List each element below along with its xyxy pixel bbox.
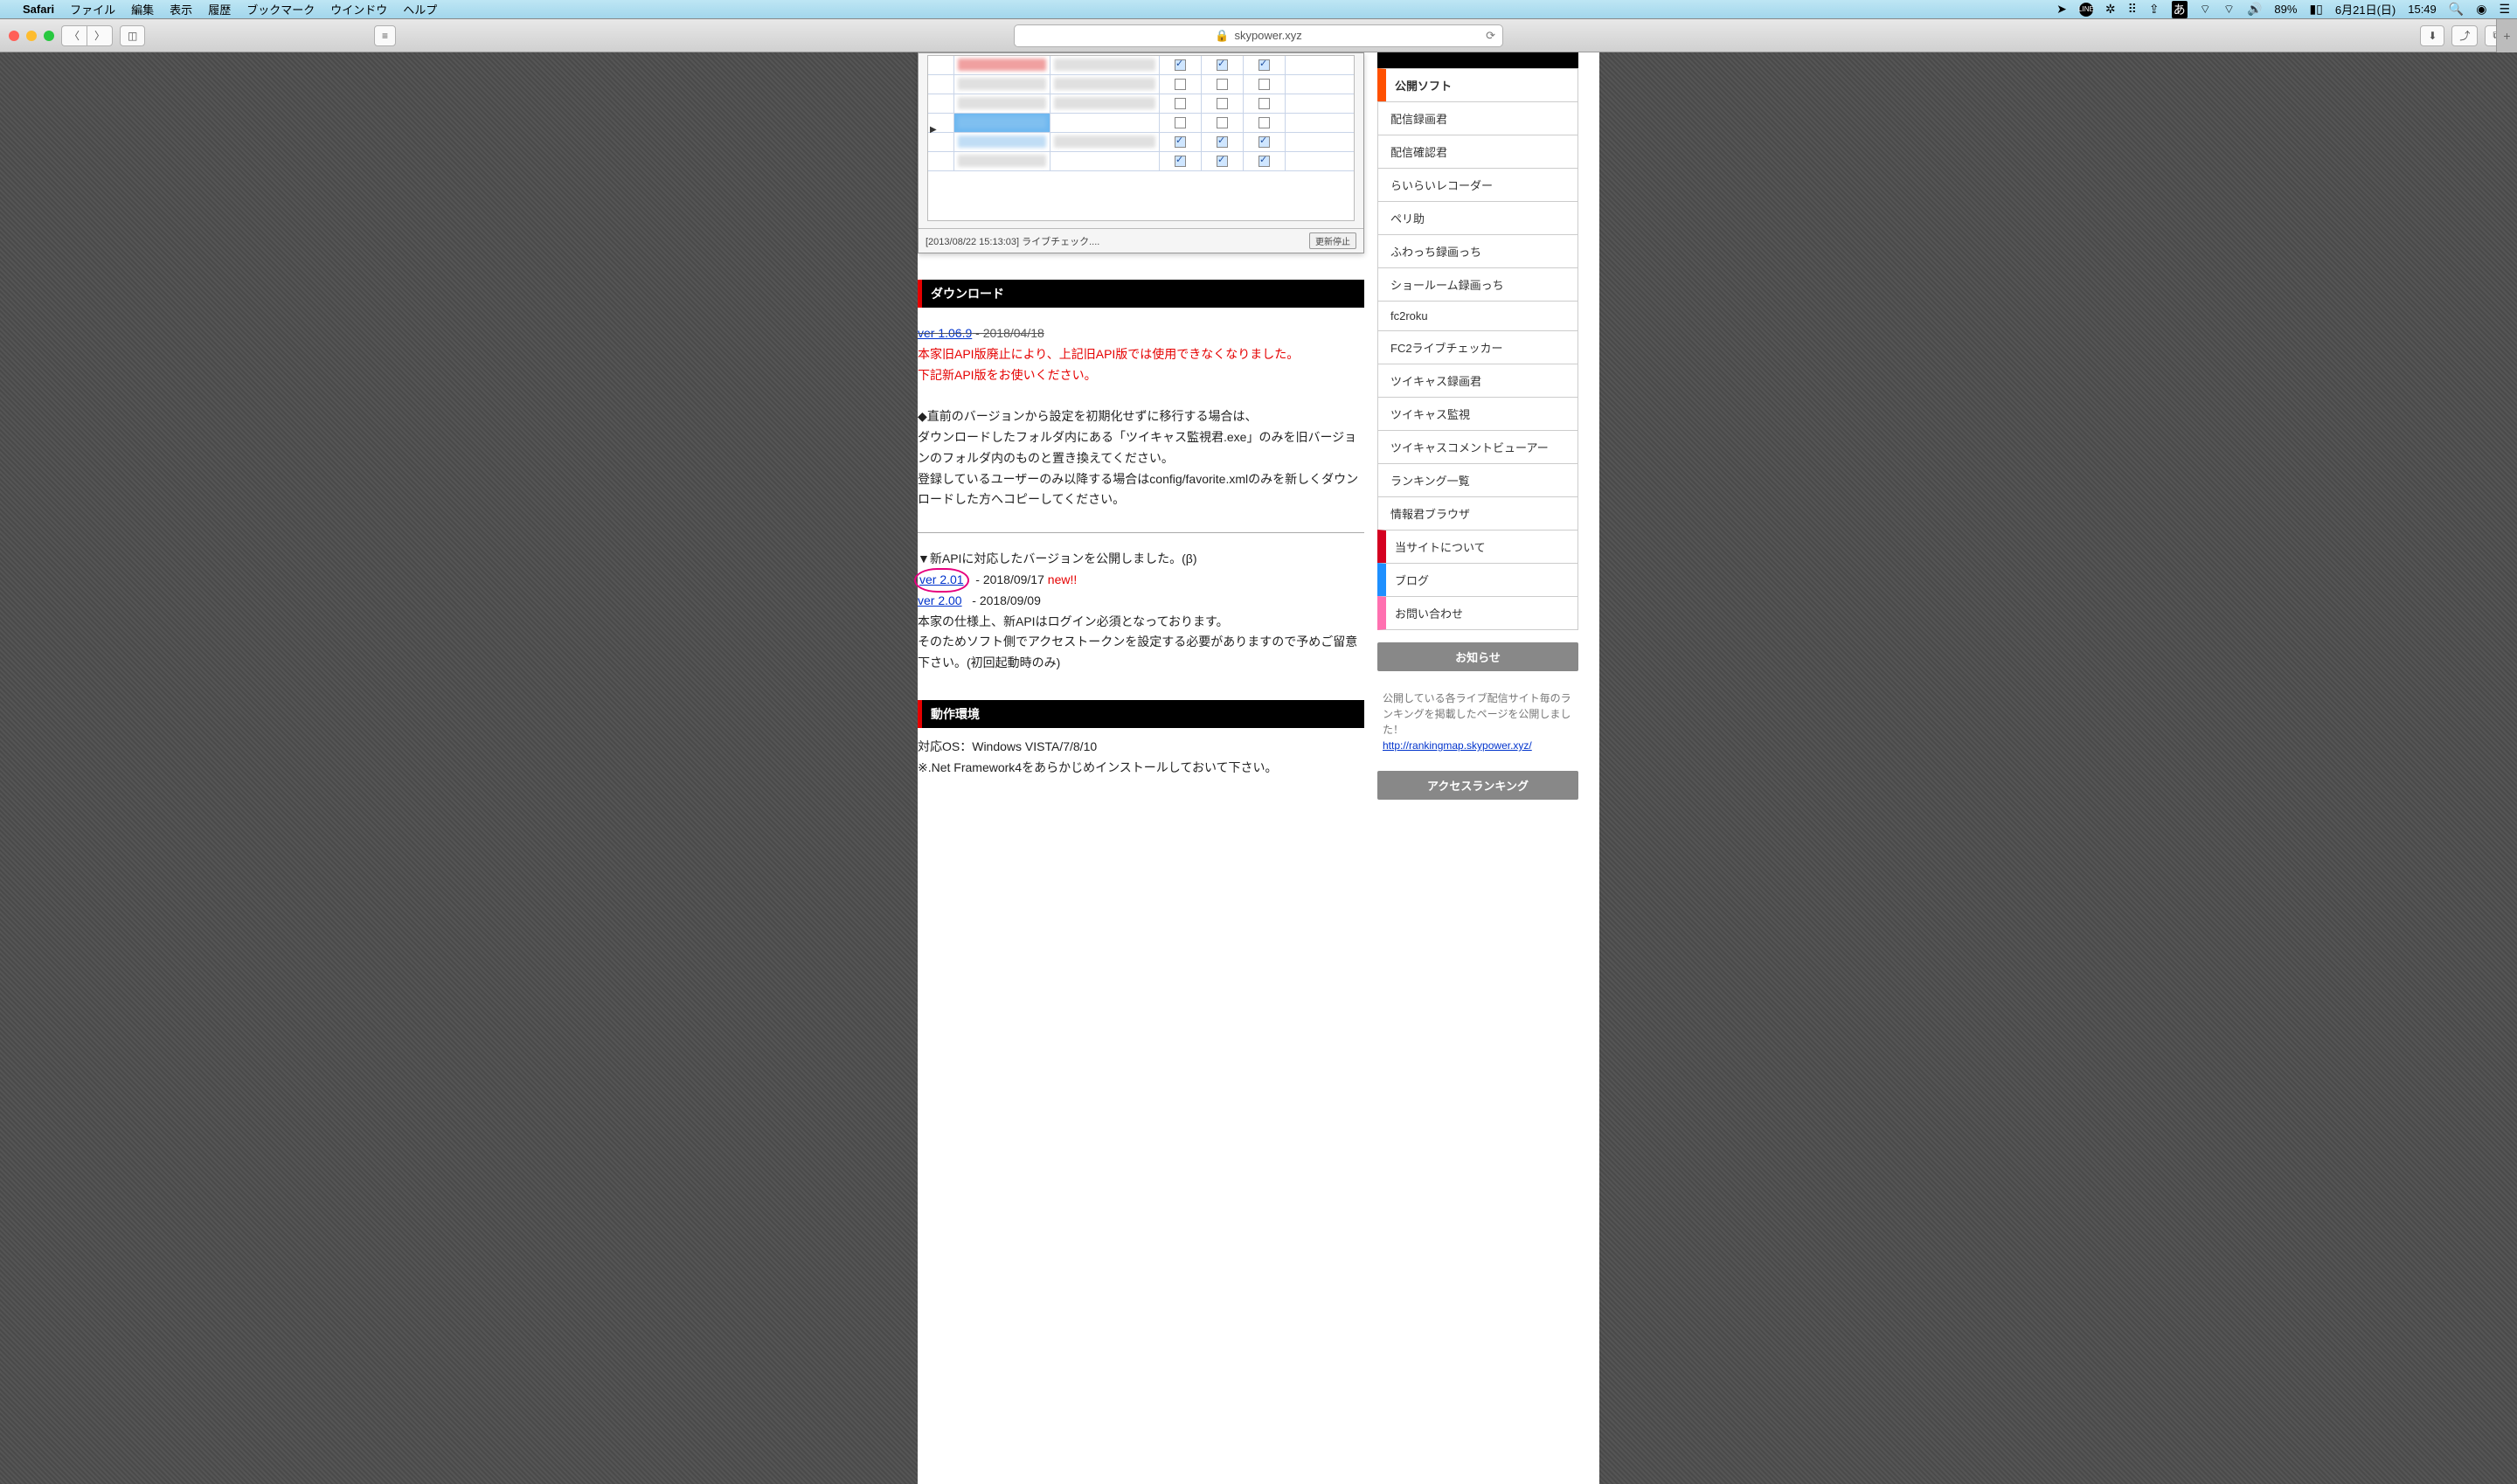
status-icon[interactable]: ➤ <box>2056 2 2067 17</box>
window-controls <box>9 31 54 41</box>
migrate-text-3: 登録しているユーザーのみ以降する場合はconfig/favorite.xmlのみ… <box>918 472 1358 507</box>
sidebar-item-4[interactable]: ペリ助 <box>1377 201 1578 234</box>
menu-help[interactable]: ヘルプ <box>403 1 437 17</box>
ime-icon[interactable]: あ <box>2172 1 2188 18</box>
page-viewport: ▶ [2013/08/22 15:13:03] ライブチェック.... 更新停止… <box>0 52 2517 1484</box>
old-version-date: - 2018/04/18 <box>972 326 1044 340</box>
status-bar: [2013/08/22 15:13:03] ライブチェック.... 更新停止 <box>919 228 1363 253</box>
menu-file[interactable]: ファイル <box>70 1 115 17</box>
menu-view[interactable]: 表示 <box>170 1 192 17</box>
share-button[interactable]: ⤴ <box>2451 25 2478 46</box>
sidebar-item-9[interactable]: ツイキャス録画君 <box>1377 364 1578 397</box>
bluetooth-icon[interactable]: ⌔ <box>2200 2 2211 17</box>
grid-table: ▶ <box>927 55 1355 221</box>
address-bar[interactable]: 🔒 skypower.xyz ⟳ <box>1014 24 1503 47</box>
sidebar-item-15[interactable]: ブログ <box>1377 563 1578 596</box>
macos-menubar: Safari ファイル 編集 表示 履歴 ブックマーク ウインドウ ヘルプ ➤ … <box>0 0 2517 19</box>
download-heading: ダウンロード <box>918 280 1364 308</box>
menu-history[interactable]: 履歴 <box>208 1 231 17</box>
dots-icon[interactable]: ⠿ <box>2128 2 2137 17</box>
battery-percent: 89% <box>2274 3 2297 16</box>
main-column: ▶ [2013/08/22 15:13:03] ライブチェック.... 更新停止… <box>918 52 1377 1484</box>
menu-edit[interactable]: 編集 <box>131 1 154 17</box>
minimize-button[interactable] <box>26 31 37 41</box>
note-text-2: そのためソフト側でアクセストークンを設定する必要がありますので予めご留意下さい。… <box>918 635 1357 669</box>
note-text-1: 本家の仕様上、新APIはログイン必須となっております。 <box>918 614 1229 628</box>
sidebar-item-5[interactable]: ふわっち録画っち <box>1377 234 1578 267</box>
page-container: ▶ [2013/08/22 15:13:03] ライブチェック.... 更新停止… <box>918 52 1599 1484</box>
back-button[interactable]: 〈 <box>61 25 87 46</box>
battery-icon[interactable]: ▮▯ <box>2309 2 2322 17</box>
notification-icon[interactable]: ☰ <box>2499 2 2510 17</box>
ver200-date: - 2018/09/09 <box>962 593 1041 607</box>
sidebar-item-10[interactable]: ツイキャス監視 <box>1377 397 1578 430</box>
volume-icon[interactable]: 🔊 <box>2247 2 2262 17</box>
os-text: 対応OS：Windows VISTA/7/8/10 <box>918 739 1097 753</box>
download-content: ver 1.06.9 - 2018/04/18 本家旧API版廃止により、上記旧… <box>918 308 1364 674</box>
sidebar-item-1[interactable]: 配信録画君 <box>1377 101 1578 135</box>
sidebar-item-3[interactable]: らいらいレコーダー <box>1377 168 1578 201</box>
news-link[interactable]: http://rankingmap.skypower.xyz/ <box>1383 739 1532 752</box>
url-text: skypower.xyz <box>1234 29 1301 42</box>
deprecated-text-2: 下記新API版をお使いください。 <box>918 368 1097 382</box>
news-text: 公開している各ライブ配信サイト毎のランキングを掲載したページを公開しました！ h… <box>1377 671 1578 759</box>
dropbox-icon[interactable]: ⇪ <box>2149 2 2160 17</box>
date-text[interactable]: 6月21日(日) <box>2335 1 2396 17</box>
spotlight-icon[interactable]: 🔍 <box>2449 2 2464 17</box>
env-content: 対応OS：Windows VISTA/7/8/10 ※.Net Framewor… <box>918 728 1364 779</box>
migrate-text-2: ダウンロードしたフォルダ内にある「ツイキャス監視君.exe」のみを旧バージョンの… <box>918 430 1356 465</box>
menu-bookmark[interactable]: ブックマーク <box>246 1 315 17</box>
downloads-button[interactable]: ⬇ <box>2420 25 2444 46</box>
siri-icon[interactable]: ◉ <box>2476 2 2486 17</box>
line-icon[interactable]: LINE <box>2079 3 2093 17</box>
sidebar-item-7[interactable]: fc2roku <box>1377 301 1578 330</box>
app-name[interactable]: Safari <box>23 3 54 16</box>
sidebar-button[interactable]: ◫ <box>120 25 145 46</box>
migrate-text-1: ◆直前のバージョンから設定を初期化せずに移行する場合は、 <box>918 409 1258 423</box>
nav-buttons: 〈 〉 <box>61 25 113 46</box>
sidebar-item-13[interactable]: 情報君ブラウザ <box>1377 496 1578 530</box>
deprecated-text-1: 本家旧API版廃止により、上記旧API版では使用できなくなりました。 <box>918 347 1299 361</box>
forward-button[interactable]: 〉 <box>87 25 113 46</box>
fan-icon[interactable]: ✲ <box>2105 2 2116 17</box>
ver201-date: - 2018/09/17 <box>966 572 1048 586</box>
sidebar-list: 公開ソフト配信録画君配信確認君らいらいレコーダーペリ助ふわっち録画っちショールー… <box>1377 68 1578 630</box>
menu-window[interactable]: ウインドウ <box>330 1 387 17</box>
row-indicator-icon: ▶ <box>930 125 937 135</box>
stop-update-button[interactable]: 更新停止 <box>1309 232 1356 249</box>
reload-icon[interactable]: ⟳ <box>1486 29 1495 43</box>
ver200-link[interactable]: ver 2.00 <box>918 593 962 607</box>
time-text[interactable]: 15:49 <box>2408 3 2437 16</box>
new-badge: new!! <box>1048 572 1077 586</box>
sidebar-item-2[interactable]: 配信確認君 <box>1377 135 1578 168</box>
reader-button[interactable]: ≡ <box>374 25 396 46</box>
sidebar-item-11[interactable]: ツイキャスコメントビューアー <box>1377 430 1578 463</box>
env-heading: 動作環境 <box>918 700 1364 728</box>
old-version-link[interactable]: ver 1.06.9 <box>918 326 972 340</box>
sidebar-item-16[interactable]: お問い合わせ <box>1377 596 1578 630</box>
safari-toolbar: 〈 〉 ◫ ≡ 🔒 skypower.xyz ⟳ ⬇ ⤴ ⧉ + <box>0 19 2517 52</box>
sidebar-item-8[interactable]: FC2ライブチェッカー <box>1377 330 1578 364</box>
new-tab-button[interactable]: + <box>2496 19 2517 52</box>
netfw-text: ※.Net Framework4をあらかじめインストールしておいて下さい。 <box>918 760 1278 774</box>
close-button[interactable] <box>9 31 19 41</box>
news-heading: お知らせ <box>1377 642 1578 671</box>
sidebar-item-14[interactable]: 当サイトについて <box>1377 530 1578 563</box>
ranking-heading: アクセスランキング <box>1377 771 1578 800</box>
wifi-icon[interactable]: ⌔ <box>2223 2 2235 17</box>
sidebar-item-6[interactable]: ショールーム録画っち <box>1377 267 1578 301</box>
new-api-heading: ▼新APIに対応したバージョンを公開しました。(β) <box>918 551 1197 565</box>
divider <box>918 532 1364 533</box>
app-screenshot: ▶ [2013/08/22 15:13:03] ライブチェック.... 更新停止 <box>918 52 1364 253</box>
sidebar-item-0[interactable]: 公開ソフト <box>1377 68 1578 101</box>
ver201-link[interactable]: ver 2.01 <box>919 572 964 586</box>
maximize-button[interactable] <box>44 31 54 41</box>
sidebar-item-12[interactable]: ランキング一覧 <box>1377 463 1578 496</box>
status-text: [2013/08/22 15:13:03] ライブチェック.... <box>926 234 1099 248</box>
sidebar: 公開ソフト配信録画君配信確認君らいらいレコーダーペリ助ふわっち録画っちショールー… <box>1377 52 1587 1484</box>
lock-icon: 🔒 <box>1215 29 1229 43</box>
